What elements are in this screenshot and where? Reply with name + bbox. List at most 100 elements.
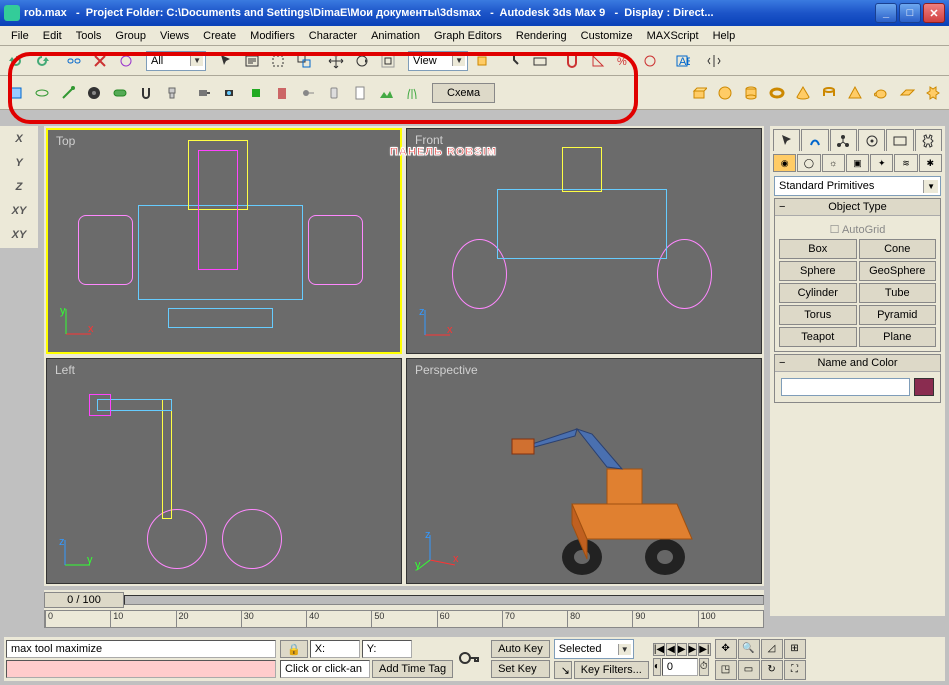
robsim-tool-3-icon[interactable] <box>56 81 80 105</box>
prim-pyramid-icon[interactable] <box>843 81 867 105</box>
add-time-tag-button[interactable]: Add Time Tag <box>372 660 453 678</box>
subtab-lights-icon[interactable]: ☼ <box>822 154 845 172</box>
autogrid-checkbox[interactable]: ☐ AutoGrid <box>779 220 936 239</box>
minimize-button[interactable]: _ <box>875 3 897 23</box>
keymode-icon[interactable]: ↘ <box>554 661 572 679</box>
menu-views[interactable]: Views <box>153 28 196 44</box>
menu-maxscript[interactable]: MAXScript <box>640 28 706 44</box>
prim-cylinder-icon[interactable] <box>739 81 763 105</box>
prim-more-icon[interactable] <box>921 81 945 105</box>
key-filters-button[interactable]: Key Filters... <box>574 661 649 679</box>
zoom-extents-icon[interactable]: ◳ <box>715 660 737 680</box>
setkey-button[interactable]: Set Key <box>491 660 550 678</box>
robsim-sensor-icon[interactable] <box>296 81 320 105</box>
region-zoom-icon[interactable]: ▭ <box>738 660 760 680</box>
menu-group[interactable]: Group <box>108 28 153 44</box>
menu-create[interactable]: Create <box>196 28 243 44</box>
viewport-top[interactable]: Top x y <box>46 128 402 354</box>
subtab-helpers-icon[interactable]: ✦ <box>870 154 893 172</box>
menu-tools[interactable]: Tools <box>69 28 109 44</box>
pivot-icon[interactable] <box>470 49 494 73</box>
robsim-motor-icon[interactable] <box>192 81 216 105</box>
next-frame-icon[interactable]: ▶ <box>688 643 698 656</box>
select-rect-icon[interactable] <box>266 49 290 73</box>
robsim-terrain-icon[interactable] <box>374 81 398 105</box>
prim-pyramid-button[interactable]: Pyramid <box>859 305 937 325</box>
maximize-viewport-icon[interactable]: ⛶ <box>784 660 806 680</box>
robsim-remote-icon[interactable] <box>322 81 346 105</box>
selection-filter-dropdown[interactable]: All <box>146 51 206 71</box>
ref-coord-dropdown[interactable]: View <box>408 51 468 71</box>
prev-frame-icon[interactable]: ◀ <box>666 643 676 656</box>
move-icon[interactable] <box>324 49 348 73</box>
redo-icon[interactable] <box>30 49 54 73</box>
prim-cone-button[interactable]: Cone <box>859 239 937 259</box>
play-icon[interactable]: ▶ <box>677 643 687 656</box>
close-button[interactable]: ✕ <box>923 3 945 23</box>
maxscript-listener[interactable]: max tool maximize <box>6 640 276 658</box>
angle-snap-icon[interactable] <box>586 49 610 73</box>
object-name-input[interactable] <box>781 378 910 396</box>
object-color-swatch[interactable] <box>914 378 934 396</box>
subtab-spacewarps-icon[interactable]: ≋ <box>894 154 917 172</box>
robsim-camera-icon[interactable] <box>218 81 242 105</box>
keyframe-mode-icon[interactable]: ◐ <box>653 658 661 676</box>
prim-geosphere-button[interactable]: GeoSphere <box>859 261 937 281</box>
rollout-title[interactable]: −Object Type <box>775 199 940 216</box>
robsim-tool-2-icon[interactable] <box>30 81 54 105</box>
window-crossing-icon[interactable] <box>292 49 316 73</box>
subtab-geometry-icon[interactable]: ◉ <box>773 154 796 172</box>
spinner-snap-icon[interactable] <box>638 49 662 73</box>
axis-xy-button[interactable]: XY <box>2 200 36 222</box>
axis-z-button[interactable]: Z <box>2 176 36 198</box>
time-slider-knob[interactable]: 0 / 100 <box>44 592 124 608</box>
orbit-icon[interactable]: ↻ <box>761 660 783 680</box>
axis-x-button[interactable]: X <box>2 128 36 150</box>
prim-torus-icon[interactable] <box>765 81 789 105</box>
goto-end-icon[interactable]: ▶| <box>698 643 710 656</box>
percent-snap-icon[interactable]: % <box>612 49 636 73</box>
subtab-shapes-icon[interactable]: ◯ <box>797 154 820 172</box>
prim-tube-button[interactable]: Tube <box>859 283 937 303</box>
pan-icon[interactable]: ✥ <box>715 639 737 659</box>
prim-cylinder-button[interactable]: Cylinder <box>779 283 857 303</box>
robsim-tool-1-icon[interactable] <box>4 81 28 105</box>
prim-teapot-button[interactable]: Teapot <box>779 327 857 347</box>
prim-sphere-icon[interactable] <box>713 81 737 105</box>
prim-plane-button[interactable]: Plane <box>859 327 937 347</box>
coord-x-input[interactable]: X: <box>310 640 360 658</box>
robsim-gripper-icon[interactable] <box>134 81 158 105</box>
keymode-dropdown[interactable]: Selected <box>554 639 634 659</box>
menu-help[interactable]: Help <box>706 28 743 44</box>
axis-y-button[interactable]: Y <box>2 152 36 174</box>
axis-xy2-button[interactable]: XY <box>2 224 36 246</box>
maxscript-output[interactable] <box>6 660 276 678</box>
viewport-left[interactable]: Left y z <box>46 358 402 584</box>
link-icon[interactable] <box>62 49 86 73</box>
viewport-perspective[interactable]: Perspective x y z <box>406 358 762 584</box>
primitive-category-dropdown[interactable]: Standard Primitives <box>774 176 941 196</box>
unlink-icon[interactable] <box>88 49 112 73</box>
robsim-schema-button[interactable]: Схема <box>432 83 495 103</box>
tab-display-icon[interactable] <box>886 129 913 151</box>
goto-start-icon[interactable]: |◀ <box>653 643 665 656</box>
menu-file[interactable]: File <box>4 28 36 44</box>
menu-grapheditors[interactable]: Graph Editors <box>427 28 509 44</box>
coord-y-input[interactable]: Y: <box>362 640 412 658</box>
manipulate-icon[interactable] <box>502 49 526 73</box>
select-name-icon[interactable] <box>240 49 264 73</box>
prim-torus-button[interactable]: Torus <box>779 305 857 325</box>
keyboard-shortcut-icon[interactable] <box>528 49 552 73</box>
prim-tube-icon[interactable] <box>817 81 841 105</box>
rotate-icon[interactable] <box>350 49 374 73</box>
named-sel-icon[interactable]: ABC <box>670 49 694 73</box>
fov-icon[interactable]: ◿ <box>761 639 783 659</box>
subtab-cameras-icon[interactable]: ▣ <box>846 154 869 172</box>
robsim-robot-icon[interactable] <box>160 81 184 105</box>
undo-icon[interactable] <box>4 49 28 73</box>
subtab-systems-icon[interactable]: ✱ <box>919 154 942 172</box>
zoom-icon[interactable]: 🔍 <box>738 639 760 659</box>
menu-customize[interactable]: Customize <box>574 28 640 44</box>
robsim-chip-icon[interactable] <box>244 81 268 105</box>
current-frame-input[interactable]: 0 <box>662 658 698 676</box>
